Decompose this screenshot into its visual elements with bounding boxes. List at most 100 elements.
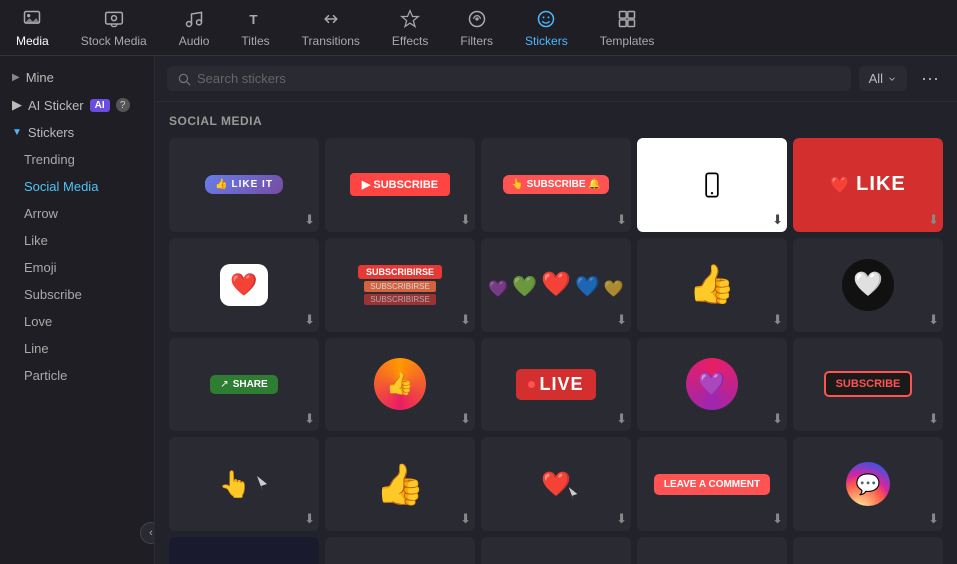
sticker-cell-23[interactable]: FOLLOWING ⬇ [481,537,631,564]
download-icon-4[interactable]: ⬇ [772,212,783,228]
content-area: All ··· SOCIAL MEDIA 👍 LIKE IT ⬇ [155,56,957,564]
nav-item-templates[interactable]: Templates [584,0,671,55]
download-icon-6[interactable]: ⬇ [304,312,315,328]
download-icon-14[interactable]: ⬇ [772,411,783,427]
filter-button[interactable]: All [859,66,907,91]
sidebar-item-arrow[interactable]: Arrow [0,200,154,227]
search-bar: All ··· [155,56,957,102]
nav-label-templates: Templates [600,34,655,48]
sticker-cell-4[interactable]: ⬇ [637,138,787,232]
sticker-grid: 👍 LIKE IT ⬇ ▶ SUBSCRIBE ⬇ 👆SUB [169,138,943,564]
download-icon-13[interactable]: ⬇ [616,411,627,427]
sticker-grid-container: SOCIAL MEDIA 👍 LIKE IT ⬇ ▶ SUBSCRIBE [155,102,957,564]
chevron-right-icon2: ▶ [12,97,22,113]
sticker-cell-18[interactable]: ❤️ ⬇ [481,437,631,531]
templates-icon [616,8,638,30]
stickers-icon [535,8,557,30]
sticker-cell-1[interactable]: 👍 LIKE IT ⬇ [169,138,319,232]
sticker-cell-14[interactable]: 💜 ⬇ [637,338,787,432]
download-icon-12[interactable]: ⬇ [460,411,471,427]
download-icon-7[interactable]: ⬇ [460,312,471,328]
sidebar-item-subscribe[interactable]: Subscribe [0,281,154,308]
nav-item-transitions[interactable]: Transitions [286,0,376,55]
effects-icon [399,8,421,30]
download-icon-15[interactable]: ⬇ [928,411,939,427]
ai-sticker-label: AI Sticker [28,98,84,113]
search-input-wrapper [167,66,851,91]
sidebar-item-love[interactable]: Love [0,308,154,335]
sticker-cell-8[interactable]: 💜 💚 ❤️ 💙 💛 ⬇ [481,238,631,332]
nav-item-stock-media[interactable]: Stock Media [65,0,163,55]
search-icon [177,72,191,86]
sticker-cell-2[interactable]: ▶ SUBSCRIBE ⬇ [325,138,475,232]
ai-badge: AI [90,99,110,112]
download-icon-17[interactable]: ⬇ [460,511,471,527]
sticker-cell-24[interactable]: SUBSCRIBE ⬇ [637,537,787,564]
download-icon-10[interactable]: ⬇ [928,312,939,328]
chevron-down-icon [887,74,897,84]
nav-item-audio[interactable]: Audio [163,0,226,55]
download-icon-2[interactable]: ⬇ [460,212,471,228]
download-icon-20[interactable]: ⬇ [928,511,939,527]
filters-icon [466,8,488,30]
nav-item-stickers[interactable]: Stickers [509,0,584,55]
help-icon[interactable]: ? [116,98,130,112]
download-icon-3[interactable]: ⬇ [616,212,627,228]
sticker-cell-3[interactable]: 👆SUBSCRIBE 🔔 ⬇ [481,138,631,232]
nav-item-titles[interactable]: T Titles [225,0,285,55]
download-icon-19[interactable]: ⬇ [772,511,783,527]
nav-item-filters[interactable]: Filters [444,0,509,55]
sidebar-item-like[interactable]: Like [0,227,154,254]
download-icon-11[interactable]: ⬇ [304,411,315,427]
download-icon-18[interactable]: ⬇ [616,511,627,527]
nav-label-media: Media [16,34,49,48]
sidebar-item-social-media[interactable]: Social Media [0,173,154,200]
nav-item-effects[interactable]: Effects [376,0,444,55]
sticker-cell-5[interactable]: ❤️LIKE ⬇ [793,138,943,232]
sidebar-item-particle[interactable]: Particle [0,362,154,389]
sidebar-item-trending[interactable]: Trending [0,146,154,173]
nav-label-stock-media: Stock Media [81,34,147,48]
main-layout: ▶ Mine ▶ AI Sticker AI ? ▼ Stickers Tren… [0,56,957,564]
sidebar-ai-sticker[interactable]: ▶ AI Sticker AI ? [0,91,154,119]
download-icon-9[interactable]: ⬇ [772,312,783,328]
sticker-cell-15[interactable]: SUBSCRIBE ⬇ [793,338,943,432]
sticker-cell-16[interactable]: 👆 ⬇ [169,437,319,531]
sticker-cell-13[interactable]: LIVE ⬇ [481,338,631,432]
sticker-cell-19[interactable]: LEAVE A COMMENT ⬇ [637,437,787,531]
sidebar-stickers-group[interactable]: ▼ Stickers [0,119,154,146]
top-nav: Media Stock Media Audio T Titles Transit… [0,0,957,56]
download-icon-16[interactable]: ⬇ [304,511,315,527]
sticker-cell-20[interactable]: 💬 ⬇ [793,437,943,531]
sidebar-item-line[interactable]: Line [0,335,154,362]
sticker-cell-22[interactable]: ✦✦✦✦✦ ✦✦✦✦✦ ✦✦✦✦✦ ⬇ [325,537,475,564]
sticker-cell-7[interactable]: SUBSCRIBIRSE SUBSCRIBIRSE SUBSCRIBIRSE ⬇ [325,238,475,332]
sticker-cell-11[interactable]: ↗SHARE ⬇ [169,338,319,432]
nav-label-effects: Effects [392,34,428,48]
sticker-cell-12[interactable]: 👍 ⬇ [325,338,475,432]
download-icon-8[interactable]: ⬇ [616,312,627,328]
nav-label-audio: Audio [179,34,210,48]
sticker-cell-10[interactable]: 🤍 ⬇ [793,238,943,332]
chevron-down-icon: ▼ [12,127,22,138]
sticker-cell-21[interactable]: 👍 ⬇ [169,537,319,564]
sticker-cell-9[interactable]: 👍 ⬇ [637,238,787,332]
sidebar-collapse-button[interactable]: ‹ [140,522,155,544]
sidebar-mine[interactable]: ▶ Mine [0,64,154,91]
download-icon-5[interactable]: ⬇ [928,212,939,228]
media-icon [21,8,43,30]
nav-label-filters: Filters [460,34,493,48]
sticker-cell-6[interactable]: ❤️ ⬇ [169,238,319,332]
nav-label-transitions: Transitions [302,34,360,48]
stickers-group-label: Stickers [28,125,74,140]
chevron-right-icon: ▶ [12,72,20,83]
nav-label-titles: Titles [241,34,269,48]
search-input[interactable] [197,71,841,86]
nav-item-media[interactable]: Media [0,0,65,55]
sticker-cell-25[interactable]: IF YOU LIKE THIS VIDEO PLEASE SUBSCRIBE … [793,537,943,564]
more-options-button[interactable]: ··· [915,66,945,91]
download-icon-1[interactable]: ⬇ [304,212,315,228]
sidebar-item-emoji[interactable]: Emoji [0,254,154,281]
sticker-cell-17[interactable]: 👍 ⬇ [325,437,475,531]
titles-icon: T [245,8,267,30]
